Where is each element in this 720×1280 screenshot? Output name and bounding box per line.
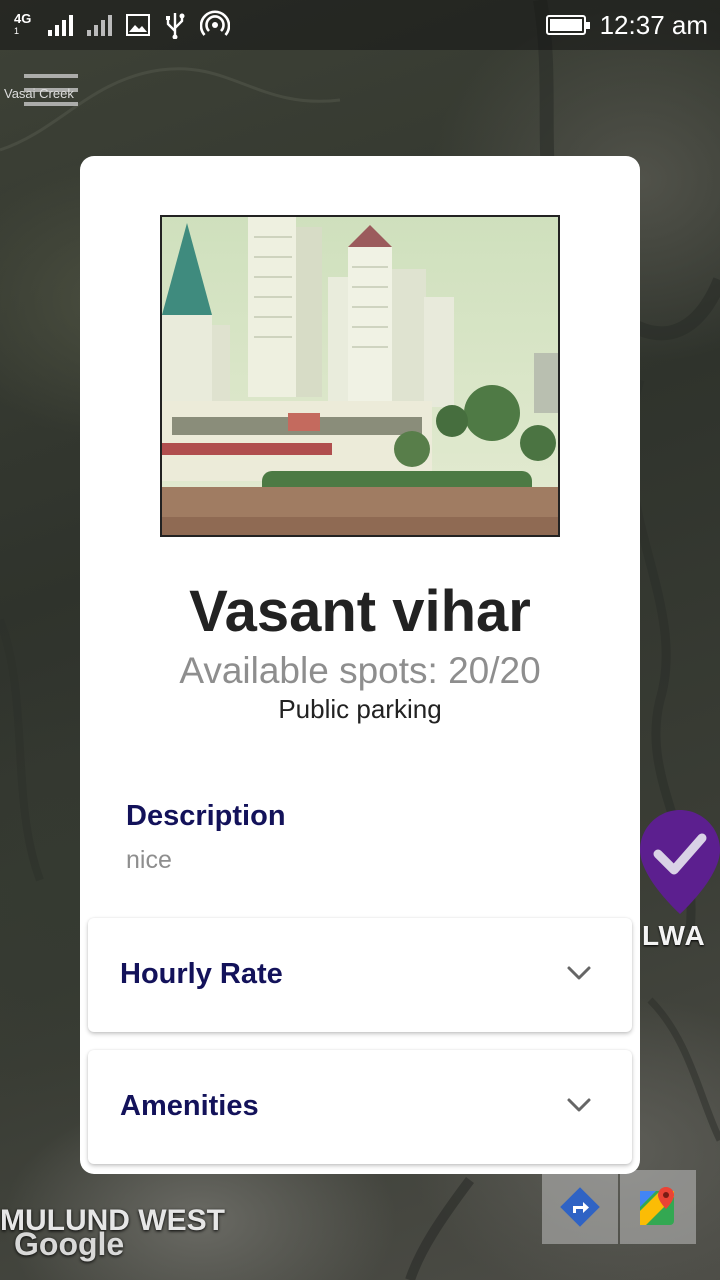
google-maps-icon <box>640 1187 674 1225</box>
chevron-down-icon[interactable] <box>566 1096 592 1114</box>
place-name: Vasant vihar <box>189 579 531 644</box>
battery-charging-icon <box>545 15 590 35</box>
signal-sim2-icon <box>87 14 112 36</box>
available-spots: Available spots: 20/20 <box>179 650 541 691</box>
status-bar: 4G 1 12:37 am <box>0 0 720 50</box>
hourly-rate-title: Hourly Rate <box>120 958 283 990</box>
directions-button[interactable] <box>542 1170 618 1244</box>
usb-icon <box>166 13 185 39</box>
directions-icon <box>560 1187 600 1227</box>
google-logo: Google <box>14 1226 125 1262</box>
hotspot-icon <box>200 10 230 36</box>
network-type: 4G 1 <box>14 11 32 36</box>
map-place-label: Vasai Creek <box>4 86 74 101</box>
map-pin-label: LWA <box>642 920 706 951</box>
hourly-rate-panel[interactable]: Hourly Rate <box>88 918 632 1032</box>
open-in-maps-button[interactable] <box>620 1170 696 1244</box>
signal-sim1-icon <box>48 14 73 36</box>
amenities-panel[interactable]: Amenities <box>88 1050 632 1164</box>
amenities-title: Amenities <box>120 1090 259 1122</box>
parking-type: Public parking <box>278 694 442 724</box>
parking-detail-card: Vasant vihar Available spots: 20/20 Publ… <box>80 156 640 1174</box>
image-notification-icon <box>126 14 150 36</box>
map-pin-icon[interactable] <box>640 808 720 916</box>
status-time: 12:37 am <box>599 9 708 40</box>
parking-location-photo <box>160 215 560 537</box>
description-heading: Description <box>126 800 286 832</box>
description-text: nice <box>126 846 172 874</box>
chevron-down-icon[interactable] <box>566 964 592 982</box>
